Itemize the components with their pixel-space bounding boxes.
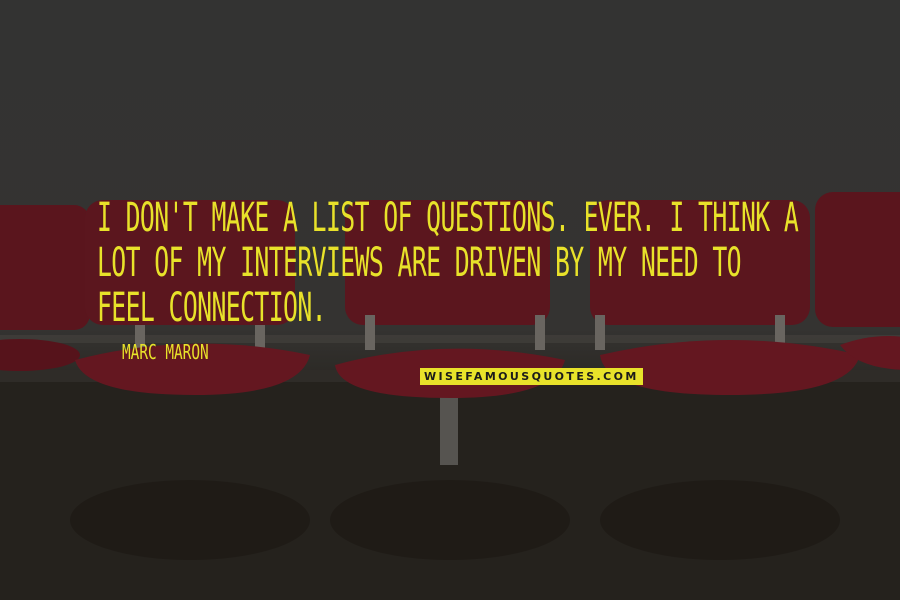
quote-author: MARC MARON: [122, 340, 209, 364]
quote-line: LOT OF MY INTERVIEWS ARE DRIVEN BY MY NE…: [97, 240, 742, 286]
watermark-text: WISEFAMOUSQUOTES.COM: [420, 367, 643, 385]
quote-line: I DON'T MAKE A LIST OF QUESTIONS. EVER. …: [97, 195, 799, 241]
quote-image: I DON'T MAKE A LIST OF QUESTIONS. EVER. …: [0, 0, 900, 600]
quote-text: I DON'T MAKE A LIST OF QUESTIONS. EVER. …: [97, 195, 799, 331]
quote-line: FEEL CONNECTION.: [97, 285, 327, 331]
watermark-logo: WISEFAMOUSQUOTES.COM: [420, 367, 643, 385]
